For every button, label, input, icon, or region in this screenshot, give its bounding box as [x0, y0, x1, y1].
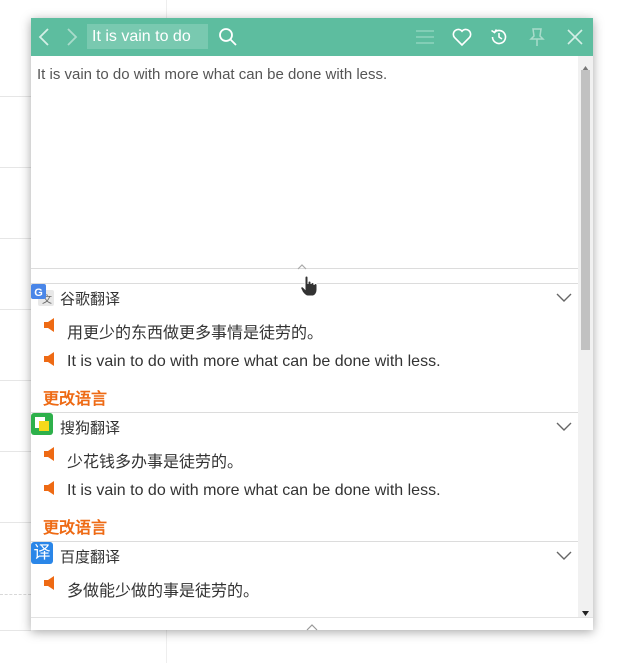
- background-line: [0, 96, 31, 97]
- background-line: [0, 594, 31, 595]
- chevron-up-icon[interactable]: [305, 619, 319, 637]
- baidu-logo-glyph: 译: [33, 543, 51, 563]
- background-line: [0, 522, 31, 523]
- section-header[interactable]: 搜狗翻译: [31, 413, 578, 439]
- translation-section: 搜狗翻译 少花钱多办事是徒劳的。 It is vain to do with m…: [31, 412, 578, 541]
- background-line: [0, 309, 31, 310]
- speaker-icon[interactable]: [43, 317, 57, 338]
- section-title: 百度翻译: [60, 549, 121, 566]
- translation-text: 少花钱多办事是徒劳的。: [67, 454, 244, 471]
- section-title: 谷歌翻译: [60, 291, 121, 308]
- speaker-icon[interactable]: [43, 351, 57, 372]
- speaker-icon[interactable]: [43, 575, 57, 596]
- pin-icon[interactable]: [525, 18, 549, 56]
- resize-handle[interactable]: [295, 259, 309, 270]
- translation-line: It is vain to do with more what can be d…: [31, 344, 578, 378]
- translation-section: 文 G 谷歌翻译 用更少的东西做更多事情是徒劳的。 It is vain to …: [31, 283, 578, 412]
- svg-text:G: G: [34, 287, 43, 299]
- translation-text: It is vain to do with more what can be d…: [67, 482, 441, 499]
- search-icon[interactable]: [216, 18, 240, 56]
- translation-line: It is vain to do with more what can be d…: [31, 473, 578, 507]
- change-language-link[interactable]: 更改语言: [43, 514, 107, 538]
- speaker-icon[interactable]: [43, 446, 57, 467]
- menu-icon[interactable]: [414, 18, 436, 56]
- translation-text: 多做能少做的事是徒劳的。: [67, 583, 260, 600]
- background-line: [0, 451, 31, 452]
- change-language-link[interactable]: 更改语言: [43, 385, 107, 409]
- translation-results: 文 G 谷歌翻译 用更少的东西做更多事情是徒劳的。 It is vain to …: [31, 283, 578, 617]
- change-language-row: 更改语言: [31, 378, 578, 412]
- speaker-icon[interactable]: [43, 480, 57, 501]
- chevron-down-icon[interactable]: [556, 419, 572, 437]
- footer-bar: [31, 617, 593, 631]
- translation-section: 译 百度翻译 多做能少做的事是徒劳的。: [31, 541, 578, 602]
- forward-icon[interactable]: [61, 18, 83, 56]
- section-header[interactable]: 译 百度翻译: [31, 542, 578, 568]
- vertical-scrollbar[interactable]: [578, 56, 593, 617]
- background-line: [0, 380, 31, 381]
- translation-text: It is vain to do with more what can be d…: [67, 353, 441, 370]
- translation-line: 少花钱多办事是徒劳的。: [31, 439, 578, 473]
- baidu-translate-icon: 译: [31, 542, 53, 564]
- background-line: [0, 167, 31, 168]
- chevron-down-icon[interactable]: [556, 548, 572, 566]
- scroll-thumb[interactable]: [581, 70, 590, 350]
- hand-cursor-icon: [300, 275, 318, 302]
- source-text-area[interactable]: It is vain to do with more what can be d…: [31, 56, 578, 269]
- favorite-icon[interactable]: [450, 18, 474, 56]
- close-icon[interactable]: [563, 18, 587, 56]
- title-bar: It is vain to do: [31, 18, 593, 56]
- background-line: [0, 238, 31, 239]
- sogou-translate-icon: [31, 413, 53, 435]
- section-title: 搜狗翻译: [60, 420, 121, 437]
- back-icon[interactable]: [33, 18, 55, 56]
- change-language-row: 更改语言: [31, 507, 578, 541]
- history-icon[interactable]: [487, 18, 511, 56]
- translation-line: 多做能少做的事是徒劳的。: [31, 568, 578, 602]
- translator-window: It is vain to do It is vain to do with m…: [31, 18, 593, 631]
- chevron-down-icon[interactable]: [556, 290, 572, 308]
- source-text: It is vain to do with more what can be d…: [37, 66, 388, 83]
- google-translate-icon: 文 G: [31, 284, 54, 306]
- translation-text: 用更少的东西做更多事情是徒劳的。: [67, 325, 324, 342]
- search-input[interactable]: It is vain to do: [87, 24, 208, 49]
- background-line: [0, 630, 31, 631]
- translation-line: 用更少的东西做更多事情是徒劳的。: [31, 310, 578, 344]
